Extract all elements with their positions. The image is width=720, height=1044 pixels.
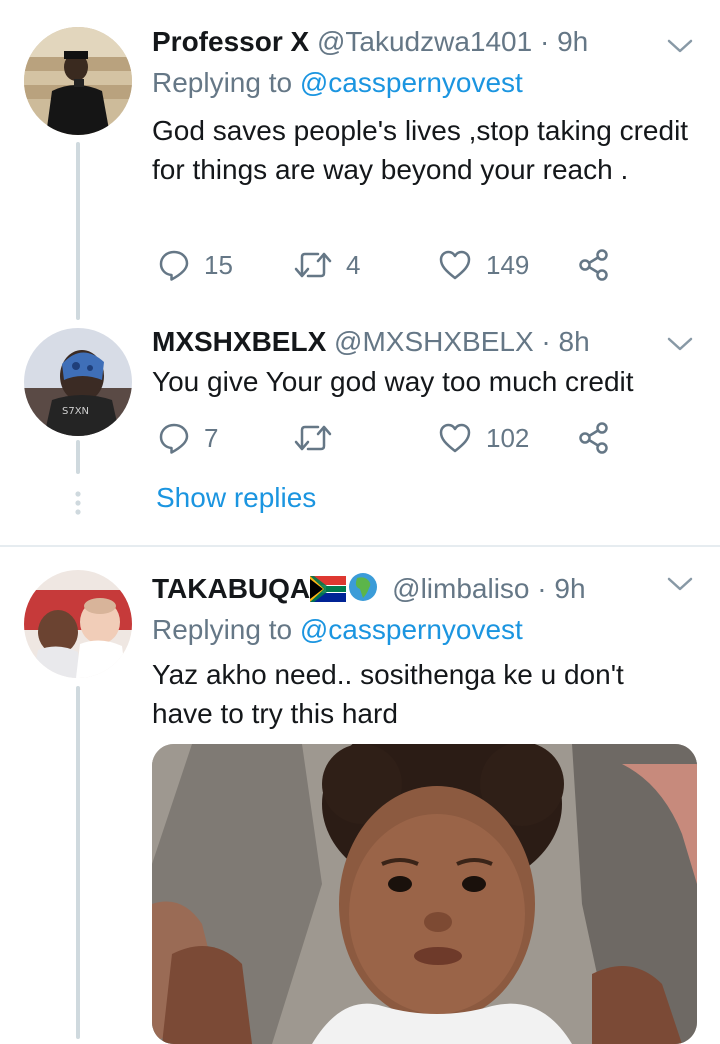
share-button[interactable] [578, 420, 610, 456]
separator: · [537, 573, 547, 604]
tweet-text: You give Your god way too much credit [152, 366, 634, 397]
replying-to: Replying to @casspernyovest [152, 614, 523, 646]
tweet-actions: 7 102 [152, 420, 622, 456]
like-button[interactable]: 149 [438, 247, 529, 283]
like-button[interactable]: 102 [438, 420, 529, 456]
avatar-takabuqa[interactable] [24, 570, 132, 678]
thread-line [76, 686, 80, 1039]
reply-icon [159, 423, 189, 454]
chevron-down-icon[interactable] [666, 574, 694, 594]
display-name[interactable]: MXSHXBELX [152, 326, 326, 357]
retweet-count: 4 [346, 249, 361, 280]
share-icon [579, 249, 608, 281]
share-button[interactable] [578, 247, 610, 283]
replying-to-label: Replying to [152, 614, 293, 645]
mention-link[interactable]: @casspernyovest [300, 67, 523, 98]
replying-to: Replying to @casspernyovest [152, 67, 523, 99]
mention-link[interactable]: @casspernyovest [300, 614, 523, 645]
divider [0, 545, 720, 547]
tweet-actions: 15 4 149 [152, 247, 622, 283]
timestamp[interactable]: 9h [554, 573, 585, 604]
tweet-mxshxbelx[interactable]: S7XN MXSHXBELX @MXSHXBELX · 8h You give … [0, 318, 720, 538]
separator: · [541, 326, 551, 357]
like-count: 102 [486, 422, 530, 453]
tweet-header: MXSHXBELX @MXSHXBELX · 8h [152, 326, 590, 358]
share-icon [579, 422, 608, 454]
display-name[interactable]: Professor X [152, 26, 309, 57]
tweet-media-image[interactable] [152, 744, 697, 1044]
chevron-down-icon[interactable] [666, 36, 694, 56]
tweet-text: God saves people's lives ,stop taking cr… [152, 115, 689, 185]
show-replies-link[interactable]: Show replies [156, 482, 316, 514]
timestamp[interactable]: 8h [559, 326, 590, 357]
reply-count: 15 [204, 249, 233, 280]
reply-count: 7 [204, 422, 219, 453]
timestamp[interactable]: 9h [557, 26, 588, 57]
user-handle[interactable]: @MXSHXBELX [334, 326, 534, 357]
replying-to-label: Replying to [152, 67, 293, 98]
globe-africa-icon [349, 573, 378, 601]
reply-button[interactable]: 15 [158, 247, 233, 283]
thread-line [76, 142, 80, 320]
reply-icon [159, 250, 189, 281]
tweet-text: Yaz akho need.. sosithenga ke u don't ha… [152, 659, 624, 729]
user-handle[interactable]: @Takudzwa1401 [317, 26, 532, 57]
retweet-icon [294, 252, 332, 278]
south-africa-flag-icon [310, 576, 347, 602]
like-count: 149 [486, 249, 530, 280]
avatar-professor-x[interactable] [24, 27, 132, 135]
tweet-professor-x[interactable]: Professor X @Takudzwa1401 · 9h Replying … [0, 0, 720, 320]
avatar-mxshxbelx[interactable]: S7XN [24, 328, 132, 436]
retweet-button[interactable] [294, 420, 332, 456]
tweet-header: Professor X @Takudzwa1401 · 9h [152, 26, 588, 58]
user-handle[interactable]: @limbaliso [392, 573, 529, 604]
reply-button[interactable]: 7 [158, 420, 218, 456]
display-name[interactable]: TAKABUQA [152, 573, 310, 604]
thread-line [76, 440, 80, 474]
separator: · [539, 26, 550, 57]
thread-dots [75, 491, 81, 515]
like-icon [439, 423, 471, 453]
retweet-icon [294, 425, 332, 451]
retweet-button[interactable]: 4 [294, 247, 360, 283]
svg-text:S7XN: S7XN [62, 406, 89, 417]
tweet-header: TAKABUQA @limbaliso · 9h [152, 572, 586, 605]
chevron-down-icon[interactable] [666, 334, 694, 354]
like-icon [439, 250, 471, 280]
